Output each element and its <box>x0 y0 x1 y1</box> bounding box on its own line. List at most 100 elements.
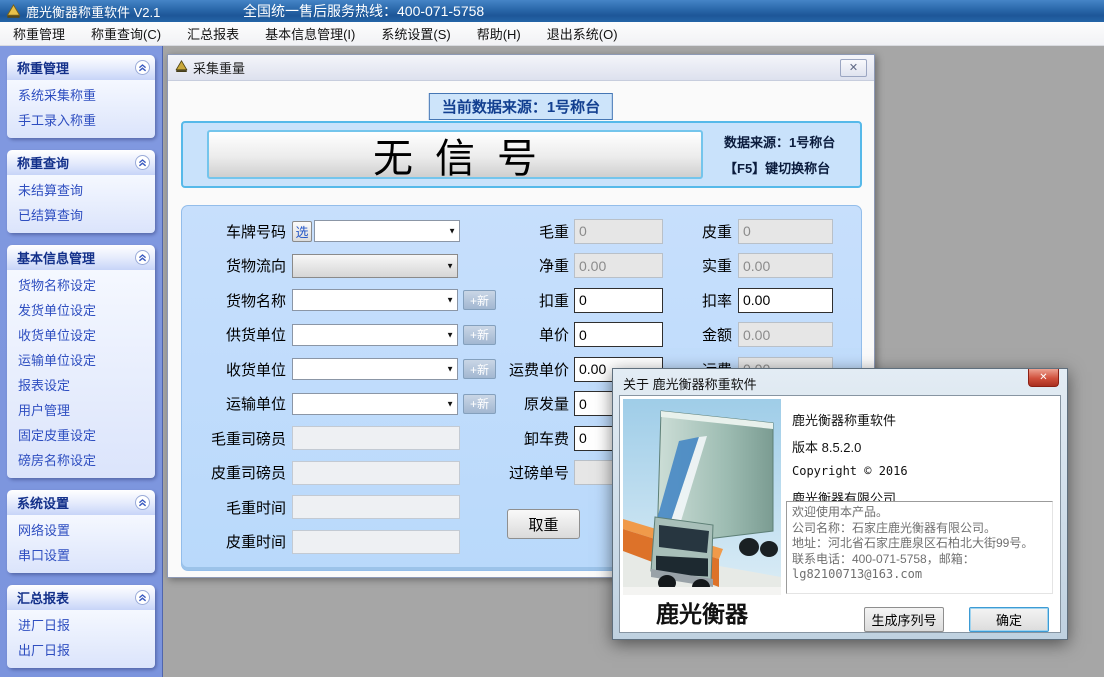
supplier-combo[interactable]: ▼ <box>292 324 458 346</box>
sidebar-item-report-setting[interactable]: 报表设定 <box>7 373 155 398</box>
tare-operator-label: 皮重司磅员 <box>190 462 286 483</box>
gross-operator-field[interactable] <box>292 426 460 450</box>
sidebar-item-transport-unit[interactable]: 运输单位设定 <box>7 348 155 373</box>
sidebar-section-header[interactable]: 称重管理 <box>7 55 155 80</box>
deduct-weight-field[interactable] <box>574 288 663 313</box>
info-line: 公司名称：石家庄鹿光衡器有限公司。 <box>792 521 1047 537</box>
actual-weight-field <box>738 253 833 278</box>
form-row-deduct-weight: 扣重 <box>492 283 663 318</box>
sidebar-item-unsettled-query[interactable]: 未结算查询 <box>7 178 155 203</box>
app-title: 鹿光衡器称重软件 V2.1 <box>26 2 160 21</box>
form-row-tare-operator: 皮重司磅员 <box>190 456 496 491</box>
chevron-down-icon: ▼ <box>446 399 454 408</box>
form-row-supplier: 供货单位 ▼ +新 <box>190 318 496 353</box>
menu-weighing-query[interactable]: 称重查询(C) <box>78 22 174 45</box>
form-row-gross-operator: 毛重司磅员 <box>190 421 496 456</box>
sidebar: 称重管理 系统采集称重 手工录入称重 称重查询 未结算查询 已结算查询 基本信息… <box>0 46 163 677</box>
chevron-up-icon[interactable] <box>135 590 150 605</box>
sidebar-section-body: 货物名称设定 发货单位设定 收货单位设定 运输单位设定 报表设定 用户管理 固定… <box>7 270 155 478</box>
unit-price-field[interactable] <box>574 322 663 347</box>
sidebar-item-serial-port-settings[interactable]: 串口设置 <box>7 543 155 568</box>
sidebar-item-inbound-daily[interactable]: 进厂日报 <box>7 613 155 638</box>
sidebar-item-receiver-unit[interactable]: 收货单位设定 <box>7 323 155 348</box>
sidebar-section-title: 称重查询 <box>17 153 69 172</box>
info-line: 欢迎使用本产品。 <box>792 505 1047 521</box>
gross-time-label: 毛重时间 <box>190 497 286 518</box>
ok-button[interactable]: 确定 <box>969 607 1049 632</box>
sidebar-item-system-capture[interactable]: 系统采集称重 <box>7 83 155 108</box>
sidebar-section-header[interactable]: 汇总报表 <box>7 585 155 610</box>
sidebar-item-manual-entry[interactable]: 手工录入称重 <box>7 108 155 133</box>
sidebar-item-outbound-daily[interactable]: 出厂日报 <box>7 638 155 663</box>
goods-name-combo[interactable]: ▼ <box>292 289 458 311</box>
net-weight-label: 净重 <box>492 255 569 276</box>
close-icon[interactable]: ✕ <box>840 59 867 77</box>
sidebar-section-header[interactable]: 基本信息管理 <box>7 245 155 270</box>
generate-serial-button[interactable]: 生成序列号 <box>864 607 944 632</box>
menu-help[interactable]: 帮助(H) <box>464 22 534 45</box>
about-version: 版本 8.5.2.0 <box>792 437 861 456</box>
menu-system-settings[interactable]: 系统设置(S) <box>368 22 463 45</box>
form-row-net-weight: 净重 <box>492 249 663 284</box>
tare-operator-field[interactable] <box>292 461 460 485</box>
chevron-up-icon[interactable] <box>135 60 150 75</box>
sidebar-item-user-management[interactable]: 用户管理 <box>7 398 155 423</box>
menu-summary-report[interactable]: 汇总报表 <box>174 22 252 45</box>
capture-window-titlebar[interactable]: 采集重量 ✕ <box>168 55 874 81</box>
menu-exit[interactable]: 退出系统(O) <box>534 22 631 45</box>
chevron-down-icon: ▼ <box>446 365 454 374</box>
chevron-up-icon[interactable] <box>135 155 150 170</box>
transporter-combo[interactable]: ▼ <box>292 393 458 415</box>
app-window: 鹿光衡器称重软件 V2.1 全国统一售后服务热线：400-071-5758 称重… <box>0 0 1104 677</box>
sidebar-item-network-settings[interactable]: 网络设置 <box>7 518 155 543</box>
sidebar-section-title: 基本信息管理 <box>17 248 95 267</box>
service-hotline: 全国统一售后服务热线：400-071-5758 <box>243 1 484 21</box>
signal-panel: 无信号 数据来源：1号称台 【F5】键切换称台 <box>181 121 862 188</box>
sidebar-section-basic-info: 基本信息管理 货物名称设定 发货单位设定 收货单位设定 运输单位设定 报表设定 … <box>7 245 155 478</box>
chevron-up-icon[interactable] <box>135 495 150 510</box>
supplier-label: 供货单位 <box>190 324 286 345</box>
sidebar-section-body: 进厂日报 出厂日报 <box>7 610 155 668</box>
menu-weighing-management[interactable]: 称重管理 <box>0 22 78 45</box>
sidebar-item-scale-house-name[interactable]: 磅房名称设定 <box>7 448 155 473</box>
goods-name-label: 货物名称 <box>190 290 286 311</box>
take-weight-button[interactable]: 取重 <box>507 509 580 539</box>
tare-time-field[interactable] <box>292 530 460 554</box>
select-plate-button[interactable]: 选 <box>292 221 312 242</box>
net-weight-field <box>574 253 663 278</box>
plate-number-combo[interactable]: ▼ <box>314 220 460 242</box>
sidebar-section-title: 汇总报表 <box>17 588 69 607</box>
sidebar-item-fixed-tare[interactable]: 固定皮重设定 <box>7 423 155 448</box>
receiver-combo[interactable]: ▼ <box>292 358 458 380</box>
form-row-tare-weight: 皮重 <box>679 214 833 249</box>
goods-flow-combo[interactable]: ▼ <box>292 254 458 278</box>
gross-weight-label: 毛重 <box>492 221 569 242</box>
form-row-actual-weight: 实重 <box>679 249 833 284</box>
receiver-label: 收货单位 <box>190 359 286 380</box>
sidebar-section-body: 未结算查询 已结算查询 <box>7 175 155 233</box>
truck-photo: 鹿光衡器 <box>623 399 781 631</box>
menu-bar: 称重管理 称重查询(C) 汇总报表 基本信息管理(I) 系统设置(S) 帮助(H… <box>0 22 1104 46</box>
sidebar-item-settled-query[interactable]: 已结算查询 <box>7 203 155 228</box>
gross-time-field[interactable] <box>292 495 460 519</box>
plate-number-label: 车牌号码 <box>190 221 286 242</box>
gross-weight-field <box>574 219 663 244</box>
sidebar-section-header[interactable]: 称重查询 <box>7 150 155 175</box>
tare-time-label: 皮重时间 <box>190 531 286 552</box>
sidebar-section-summary-report: 汇总报表 进厂日报 出厂日报 <box>7 585 155 668</box>
ticket-number-label: 过磅单号 <box>492 462 569 483</box>
sidebar-item-shipper-unit[interactable]: 发货单位设定 <box>7 298 155 323</box>
sidebar-section-body: 系统采集称重 手工录入称重 <box>7 80 155 138</box>
deduct-rate-field[interactable] <box>738 288 833 313</box>
close-icon[interactable]: ✕ <box>1028 369 1059 387</box>
source-info: 数据来源：1号称台 【F5】键切换称台 <box>724 130 860 182</box>
sidebar-item-goods-name[interactable]: 货物名称设定 <box>7 273 155 298</box>
weight-display: 无信号 <box>207 130 703 179</box>
form-row-gross-weight: 毛重 <box>492 214 663 249</box>
sidebar-section-title: 称重管理 <box>17 58 69 77</box>
about-copyright: Copyright © 2016 <box>792 464 908 478</box>
menu-basic-info[interactable]: 基本信息管理(I) <box>252 22 368 45</box>
sidebar-section-header[interactable]: 系统设置 <box>7 490 155 515</box>
chevron-up-icon[interactable] <box>135 250 150 265</box>
data-source-banner: 当前数据来源：1号称台 <box>429 93 613 120</box>
